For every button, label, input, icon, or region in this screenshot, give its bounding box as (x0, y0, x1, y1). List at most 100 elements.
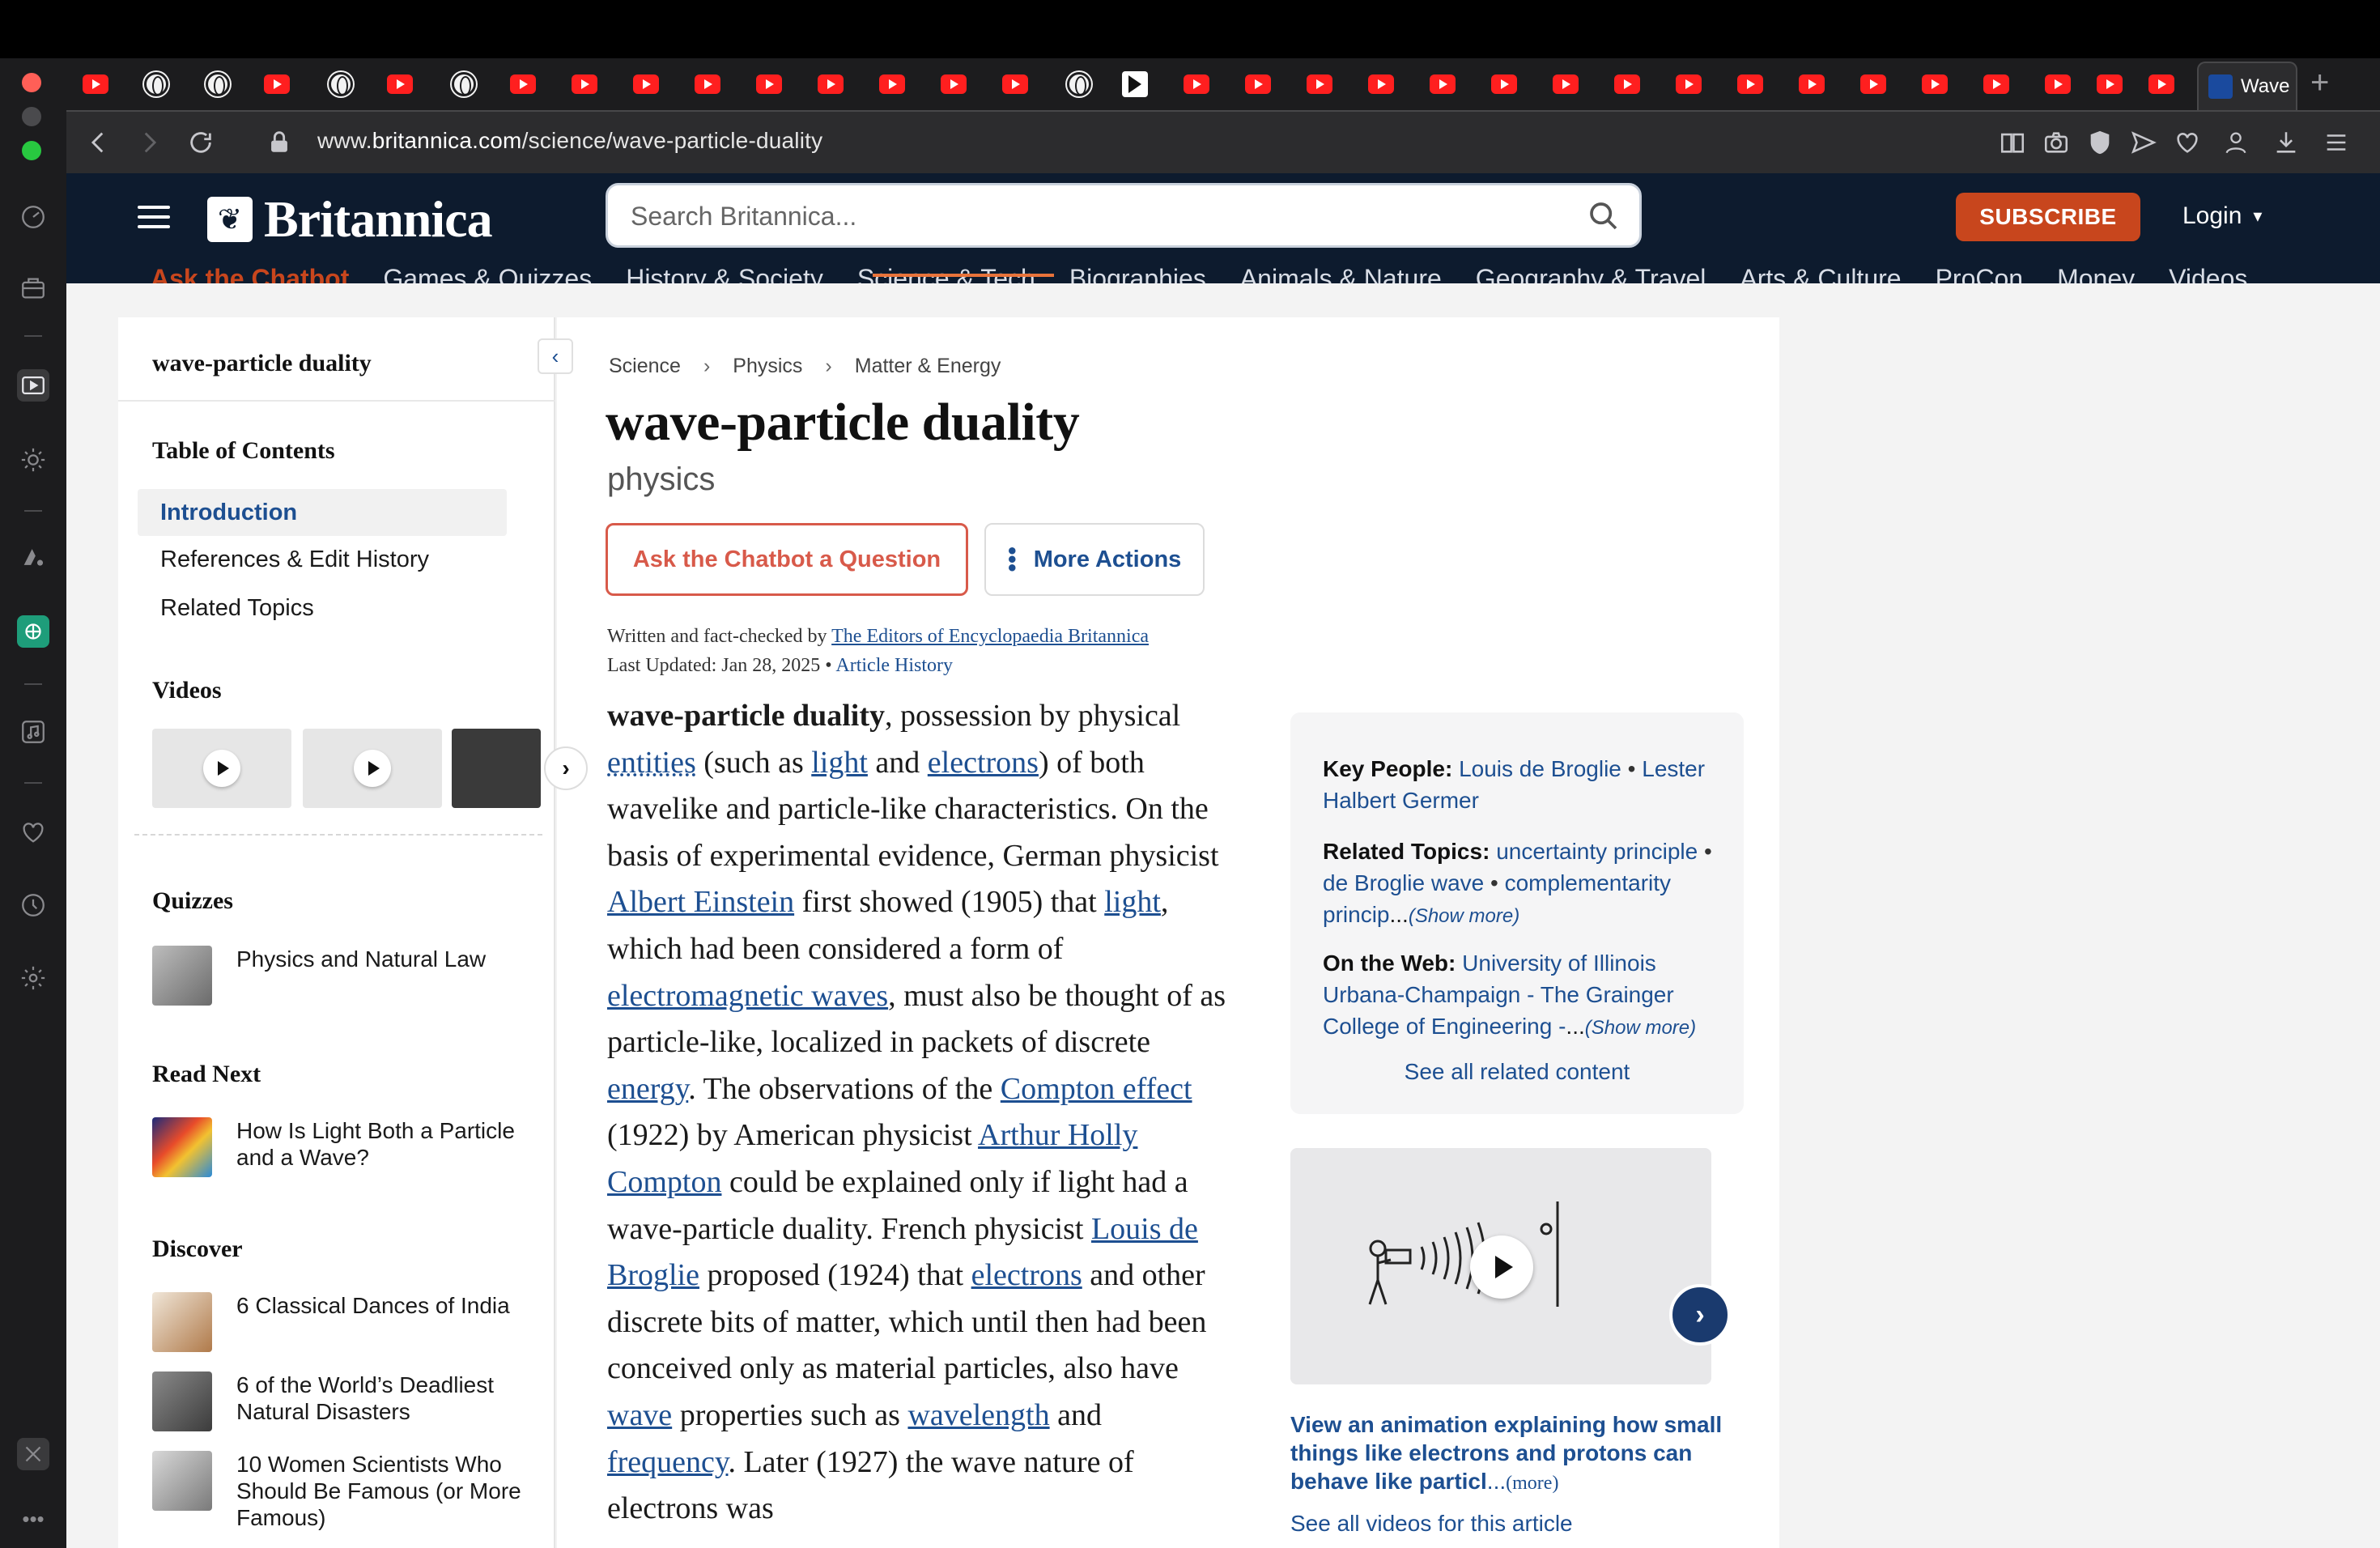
youtube-tab-icon[interactable] (818, 74, 844, 94)
youtube-tab-icon[interactable] (1983, 74, 2009, 94)
play-icon[interactable] (1470, 1235, 1533, 1299)
youtube-tab-icon[interactable] (264, 74, 290, 94)
nav-item[interactable]: Videos (2169, 264, 2247, 283)
link-entities[interactable]: entities (607, 746, 696, 780)
globe-tab-icon[interactable] (1067, 72, 1091, 96)
more-options-icon[interactable]: ••• (17, 1503, 49, 1535)
youtube-tab-icon[interactable] (1002, 74, 1028, 94)
reader-view-icon[interactable] (1996, 126, 2029, 159)
related-topic-link[interactable]: de Broglie wave (1323, 870, 1484, 895)
chatgpt-icon[interactable] (17, 615, 49, 648)
active-tab[interactable]: Wave (2197, 62, 2297, 110)
search-icon[interactable] (1587, 200, 1620, 232)
link-energy[interactable]: energy (607, 1072, 688, 1106)
discover-item[interactable]: 6 Classical Dances of India (152, 1292, 541, 1352)
video-thumbnail[interactable] (303, 729, 442, 808)
player-icon[interactable] (17, 369, 49, 402)
link-electromagnetic-waves[interactable]: electromagnetic waves (607, 979, 888, 1013)
video-thumbnail[interactable] (452, 729, 541, 808)
youtube-tab-icon[interactable] (2148, 74, 2174, 94)
youtube-tab-icon[interactable] (572, 74, 597, 94)
video-caption[interactable]: View an animation explaining how small t… (1290, 1410, 1744, 1498)
youtube-tab-icon[interactable] (1368, 74, 1394, 94)
settings-gear-icon[interactable] (17, 962, 49, 994)
history-icon[interactable] (17, 889, 49, 921)
link-frequency[interactable]: frequency (607, 1445, 728, 1479)
youtube-tab-icon[interactable] (83, 74, 108, 94)
music-icon[interactable] (17, 716, 49, 748)
youtube-tab-icon[interactable] (1737, 74, 1763, 94)
camera-icon[interactable] (2040, 126, 2072, 159)
show-more-link[interactable]: (Show more) (1585, 1017, 1696, 1039)
collapse-sidebar-button[interactable]: ‹ (538, 338, 573, 374)
discover-item[interactable]: 6 of the World’s Deadliest Natural Disas… (152, 1372, 541, 1431)
video-player[interactable] (1290, 1148, 1711, 1384)
download-icon[interactable] (2270, 126, 2302, 159)
toc-related-topics[interactable]: Related Topics (138, 585, 507, 632)
profile-icon[interactable] (2220, 126, 2252, 159)
youtube-tab-icon[interactable] (510, 74, 536, 94)
url-field[interactable]: www.britannica.com/science/wave-particle… (317, 128, 822, 154)
nav-item[interactable]: Games & Quizzes (383, 264, 592, 283)
author-link[interactable]: The Editors of Encyclopaedia Britannica (831, 626, 1149, 647)
video-caption-more[interactable]: (more) (1506, 1473, 1558, 1494)
back-icon[interactable] (83, 126, 115, 159)
link-wave[interactable]: wave (607, 1398, 672, 1432)
youtube-tab-icon[interactable] (1307, 74, 1332, 94)
youtube-tab-icon[interactable] (1676, 74, 1702, 94)
globe-tab-icon[interactable] (206, 72, 230, 96)
nav-item[interactable]: ProCon (1936, 264, 2024, 283)
nav-item[interactable]: Animals & Nature (1240, 264, 1442, 283)
toc-references[interactable]: References & Edit History (138, 536, 507, 583)
youtube-tab-icon[interactable] (1614, 74, 1640, 94)
youtube-tab-icon[interactable] (1860, 74, 1886, 94)
youtube-tab-icon[interactable] (756, 74, 782, 94)
ask-chatbot-button[interactable]: Ask the Chatbot a Question (606, 523, 968, 596)
youtube-tab-icon[interactable] (1491, 74, 1517, 94)
app-tab-icon[interactable] (1122, 71, 1148, 97)
show-more-link[interactable]: (Show more) (1409, 905, 1519, 927)
nav-item[interactable]: Biographies (1069, 264, 1206, 283)
nav-item[interactable]: History & Society (626, 264, 823, 283)
youtube-tab-icon[interactable] (695, 74, 720, 94)
login-button[interactable]: Login ▾ (2182, 202, 2262, 230)
forward-icon[interactable] (133, 126, 165, 159)
menu-icon[interactable] (2320, 126, 2352, 159)
nav-item[interactable]: Money (2057, 264, 2135, 283)
shield-icon[interactable] (2084, 126, 2116, 159)
key-person-link[interactable]: Louis de Broglie (1459, 756, 1621, 781)
link-light[interactable]: light (811, 746, 868, 780)
zoom-window-button[interactable] (22, 141, 41, 160)
see-all-related-link[interactable]: See all related content (1290, 1059, 1744, 1085)
reload-icon[interactable] (185, 126, 217, 159)
youtube-tab-icon[interactable] (387, 74, 413, 94)
link-electrons[interactable]: electrons (971, 1258, 1082, 1292)
bookmark-heart-icon[interactable] (2171, 126, 2204, 159)
link-wavelength[interactable]: wavelength (907, 1398, 1049, 1432)
breadcrumb-item[interactable]: Science (609, 355, 681, 378)
send-icon[interactable] (2127, 126, 2160, 159)
nav-item[interactable]: Geography & Travel (1476, 264, 1706, 283)
youtube-tab-icon[interactable] (2097, 74, 2123, 94)
youtube-tab-icon[interactable] (633, 74, 659, 94)
panel-toggle-icon[interactable] (17, 1438, 49, 1470)
sun-icon[interactable] (17, 444, 49, 476)
globe-tab-icon[interactable] (144, 72, 168, 96)
youtube-tab-icon[interactable] (1922, 74, 1948, 94)
video-thumbnail[interactable] (152, 729, 291, 808)
discover-item[interactable]: 10 Women Scientists Who Should Be Famous… (152, 1451, 541, 1531)
quiz-item[interactable]: Physics and Natural Law (152, 946, 541, 1006)
search-input[interactable] (631, 198, 1521, 234)
nav-item[interactable]: Arts & Culture (1740, 264, 1901, 283)
subscribe-button[interactable]: SUBSCRIBE (1956, 193, 2140, 241)
nav-item[interactable]: Ask the Chatbot (151, 264, 349, 283)
related-topic-link[interactable]: uncertainty principle (1496, 839, 1698, 864)
minimize-window-button[interactable] (22, 107, 41, 126)
link-electrons[interactable]: electrons (928, 746, 1039, 780)
globe-tab-icon[interactable] (452, 72, 476, 96)
heart-icon[interactable] (17, 816, 49, 848)
new-tab-button[interactable]: + (2310, 65, 2329, 101)
article-history-link[interactable]: Article History (835, 655, 953, 676)
video-next-button[interactable]: › (1669, 1284, 1731, 1346)
briefcase-icon[interactable] (17, 272, 49, 304)
